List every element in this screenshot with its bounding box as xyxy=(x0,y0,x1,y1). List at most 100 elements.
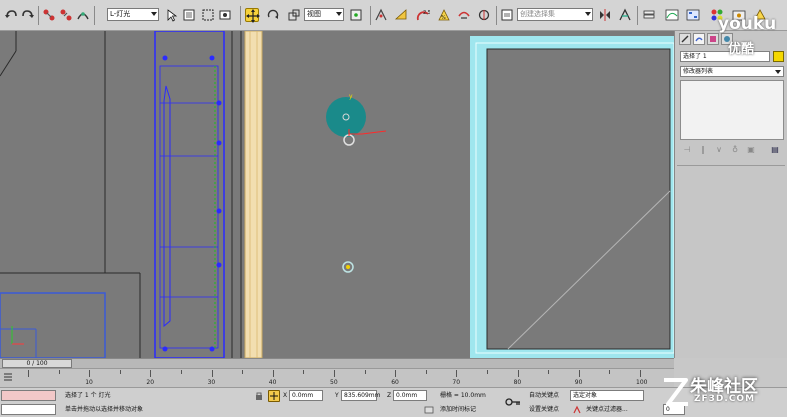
select-by-name-icon[interactable] xyxy=(182,8,196,22)
time-slider[interactable]: 0 / 100 xyxy=(0,358,674,368)
add-time-tag-icon[interactable] xyxy=(424,405,434,415)
svg-text:2.5: 2.5 xyxy=(423,10,430,16)
create-tab-icon[interactable] xyxy=(679,33,691,45)
modifier-stack[interactable] xyxy=(680,80,784,140)
timeline-tick xyxy=(395,370,397,377)
key-mode-icon[interactable] xyxy=(505,396,521,408)
schematic-icon[interactable] xyxy=(686,8,700,22)
light-gizmo-top: y xyxy=(326,93,387,146)
undo-icon[interactable] xyxy=(4,8,18,22)
mirror-axis-icon[interactable] xyxy=(598,8,612,22)
maxscript-listener[interactable] xyxy=(1,390,56,401)
remove-modifier-icon[interactable]: ♁ xyxy=(730,144,740,155)
chevron-down-icon xyxy=(585,12,591,16)
layer-icon[interactable] xyxy=(642,8,656,22)
pivot-icon[interactable] xyxy=(349,8,363,22)
set-key-button[interactable]: 设置关键点 xyxy=(529,405,559,414)
timeline-tick-label: 60 xyxy=(391,379,399,386)
column-object xyxy=(244,31,263,358)
timeline-tick xyxy=(28,370,29,377)
maxscript-output[interactable] xyxy=(1,404,56,415)
configure-modifier-icon[interactable]: ▤ xyxy=(770,144,780,155)
reference-coord-dropdown[interactable]: 视图 xyxy=(304,8,344,21)
z-coordinate-field[interactable]: 0.0mm xyxy=(393,390,427,401)
auto-key-button[interactable]: 自动关键点 xyxy=(529,391,559,400)
modifier-list-dropdown[interactable]: 修改器列表 xyxy=(680,66,784,77)
timeline-tick xyxy=(487,370,488,374)
edit-named-sel-icon[interactable] xyxy=(457,8,471,22)
toolbar-separator xyxy=(496,6,497,25)
timeline-tick-label: 10 xyxy=(85,379,93,386)
main-toolbar: L-灯光 视图 2.5 % 创建选择集 xyxy=(0,0,787,31)
rect-region-icon[interactable] xyxy=(201,8,215,22)
add-time-tag[interactable]: 添加时间标记 xyxy=(440,405,476,414)
move-icon[interactable] xyxy=(245,8,260,23)
select-object-icon[interactable] xyxy=(164,8,178,22)
make-unique-icon[interactable]: ∨ xyxy=(714,144,724,155)
percent-snap-icon[interactable]: 2.5 xyxy=(416,8,431,22)
object-name-field[interactable]: 选择了 1 xyxy=(680,51,770,62)
named-sel-edit-icon[interactable] xyxy=(500,8,514,22)
viewport-canvas: y xyxy=(0,31,674,358)
timeline-tick-label: 80 xyxy=(513,379,522,386)
lock-selection-icon[interactable] xyxy=(254,391,264,401)
time-slider-thumb[interactable]: 0 / 100 xyxy=(2,359,72,368)
set-key-icon[interactable] xyxy=(572,405,582,415)
toolbar-separator xyxy=(370,6,371,25)
y-coordinate-field[interactable]: 835.609mm xyxy=(341,390,381,401)
zf3d-url: ZF3D.COM xyxy=(694,394,756,404)
timeline-tick xyxy=(211,370,213,377)
redo-icon[interactable] xyxy=(21,8,35,22)
key-filters-button[interactable]: 关键点过滤器... xyxy=(586,405,628,414)
track-bar[interactable]: 10 20 30 40 50 60 70 80 90 100 xyxy=(0,368,674,387)
youku-watermark: youku xyxy=(718,14,777,34)
timeline-tick xyxy=(609,370,611,374)
unlink-icon[interactable] xyxy=(59,8,73,22)
youku-watermark-sub: 优酷 xyxy=(728,42,755,57)
snap-icon[interactable] xyxy=(374,8,388,22)
timeline-tick xyxy=(578,370,580,377)
link-icon[interactable] xyxy=(42,8,56,22)
configure-sets-icon[interactable]: ▣ xyxy=(746,144,756,155)
timeline-tick xyxy=(548,370,550,374)
hierarchy-tab-icon[interactable] xyxy=(707,33,719,45)
scale-icon[interactable] xyxy=(287,8,301,22)
viewport-left[interactable]: y xyxy=(0,31,674,358)
selection-filter-dropdown[interactable]: L-灯光 xyxy=(107,8,159,21)
toolbar-separator xyxy=(38,6,39,25)
z-label: Z xyxy=(387,392,392,399)
absolute-mode-icon[interactable] xyxy=(268,390,280,402)
toolbar-separator xyxy=(94,6,95,25)
timeline-tick xyxy=(181,370,182,374)
zf3d-logo-icon xyxy=(664,378,688,406)
y-coordinate-value: 835.609mm xyxy=(344,392,381,399)
selection-filter-value: L-灯光 xyxy=(110,10,131,18)
frame-display: 0 / 100 xyxy=(26,360,48,367)
named-selection-dropdown[interactable]: 创建选择集 xyxy=(517,8,593,21)
x-coordinate-field[interactable]: 0.0mm xyxy=(289,390,323,401)
toolbar-separator xyxy=(240,6,241,25)
timeline-tick-label: 30 xyxy=(207,379,216,386)
object-color-swatch[interactable] xyxy=(773,51,784,62)
modify-tab-icon[interactable] xyxy=(693,33,705,45)
x-coordinate-value: 0.0mm xyxy=(292,392,314,399)
rotate-icon[interactable] xyxy=(266,8,280,22)
svg-text:y: y xyxy=(349,93,353,100)
bind-space-warp-icon[interactable] xyxy=(76,8,90,22)
timeline-tick xyxy=(89,370,91,377)
reference-coord-value: 视图 xyxy=(307,10,321,18)
track-bar-key-icon[interactable] xyxy=(3,372,13,382)
window-crossing-icon[interactable] xyxy=(218,8,232,22)
chevron-down-icon xyxy=(151,12,157,16)
selection-status: 选择了 1 个 灯光 xyxy=(65,392,111,399)
angle-snap-icon[interactable] xyxy=(394,8,408,22)
timeline-tick xyxy=(425,370,427,374)
mirror-icon[interactable] xyxy=(477,8,491,22)
spinner-snap-icon[interactable]: % xyxy=(437,8,451,22)
show-end-result-icon[interactable]: ‖ xyxy=(698,144,708,155)
timeline-tick-label: 50 xyxy=(330,379,338,386)
pin-stack-icon[interactable]: ⊣ xyxy=(682,144,692,155)
align-icon[interactable] xyxy=(618,8,632,22)
curve-editor-icon[interactable] xyxy=(665,8,679,22)
auto-key-dropdown[interactable]: 选定对象 xyxy=(570,390,644,401)
